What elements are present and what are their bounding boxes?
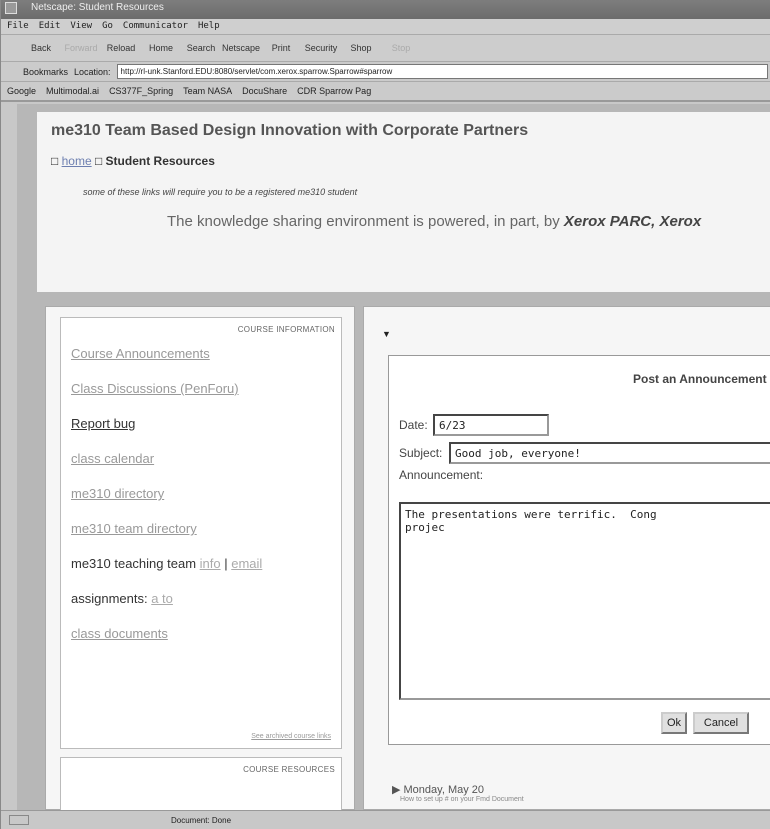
teaching-team-label: me310 teaching team: [71, 556, 197, 571]
course-info-box: COURSE INFORMATION Course Announcements …: [60, 317, 342, 749]
status-bar: Document: Done: [1, 810, 770, 829]
subject-field[interactable]: Good job, everyone!: [449, 442, 770, 464]
event-day: Monday, May 20: [403, 784, 485, 796]
collapse-arrow-icon[interactable]: ▼: [382, 329, 391, 339]
cancel-button[interactable]: Cancel: [693, 712, 749, 734]
netscape-button[interactable]: Netscape: [221, 43, 261, 53]
reload-button[interactable]: Reload: [101, 43, 141, 53]
personal-link[interactable]: Team NASA: [183, 86, 232, 96]
personal-link[interactable]: CDR Sparrow Pag: [297, 86, 371, 96]
navigation-toolbar: Back Forward Reload Home Search Netscape…: [1, 35, 770, 62]
page-title: me310 Team Based Design Innovation with …: [51, 122, 529, 139]
class-documents-link[interactable]: class documents: [71, 626, 331, 643]
page-header: me310 Team Based Design Innovation with …: [37, 112, 770, 292]
announcement-textarea[interactable]: The presentations were terrific. Cong pr…: [399, 502, 770, 700]
location-label: Location:: [74, 66, 111, 77]
menu-communicator[interactable]: Communicator: [123, 21, 188, 34]
assignments-row: assignments: a to: [71, 591, 331, 608]
menu-view[interactable]: View: [70, 21, 92, 34]
status-text: Document: Done: [171, 816, 232, 825]
url-field[interactable]: http://rl-unk.Stanford.EDU:8080/servlet/…: [116, 64, 768, 79]
personal-toolbar: Google Multimodal.ai CS377F_Spring Team …: [1, 82, 770, 102]
report-bug-link[interactable]: Report bug: [71, 416, 331, 433]
location-toolbar: Bookmarks Location: http://rl-unk.Stanfo…: [1, 62, 770, 82]
event-item[interactable]: ▶ Monday, May 20 How to set up # on your…: [392, 783, 524, 803]
search-button[interactable]: Search: [181, 43, 221, 53]
browser-window: Netscape: Student Resources File Edit Vi…: [0, 0, 770, 829]
menu-edit[interactable]: Edit: [39, 21, 61, 34]
breadcrumb: □ home □ Student Resources: [51, 154, 215, 168]
window-menu-icon[interactable]: [5, 2, 17, 14]
announcement-panel: ▼ Post an Announcement Date: 6/23 Subjec…: [363, 306, 770, 810]
team-info-link[interactable]: info: [200, 556, 221, 571]
section-heading: COURSE RESOURCES: [243, 765, 335, 774]
security-lock-icon[interactable]: [9, 815, 29, 825]
bookmarks-button[interactable]: Bookmarks: [23, 67, 68, 77]
shop-button[interactable]: Shop: [341, 43, 381, 53]
registration-note: some of these links will require you to …: [83, 187, 358, 197]
course-resources-box: COURSE RESOURCES: [60, 757, 342, 810]
archived-links[interactable]: See archived course links: [251, 733, 331, 740]
menu-file[interactable]: File: [7, 21, 29, 34]
personal-link[interactable]: DocuShare: [242, 86, 287, 96]
personal-link[interactable]: Multimodal.ai: [46, 86, 99, 96]
me310-directory-link[interactable]: me310 directory: [71, 486, 331, 503]
event-subtext: How to set up # on your Fmd Document: [400, 796, 524, 803]
powered-text: The knowledge sharing environment is pow…: [167, 213, 560, 230]
course-info-panel: COURSE INFORMATION Course Announcements …: [45, 306, 355, 810]
team-directory-link[interactable]: me310 team directory: [71, 521, 331, 538]
class-discussions-link[interactable]: Class Discussions (PenForu): [71, 381, 331, 398]
powered-sponsor: Xerox PARC, Xerox: [563, 213, 702, 230]
expand-arrow-icon[interactable]: ▶: [392, 784, 404, 796]
announcement-label: Announcement:: [399, 468, 484, 482]
menu-bar: File Edit View Go Communicator Help: [1, 19, 770, 35]
title-bar: Netscape: Student Resources: [1, 0, 770, 19]
back-button[interactable]: Back: [21, 43, 61, 53]
section-heading: COURSE INFORMATION: [237, 325, 335, 334]
page-content: me310 Team Based Design Innovation with …: [17, 104, 770, 810]
breadcrumb-separator: □: [91, 154, 106, 168]
date-label: Date:: [399, 418, 428, 432]
powered-by-text: The knowledge sharing environment is pow…: [167, 213, 701, 230]
print-button[interactable]: Print: [261, 43, 301, 53]
personal-link[interactable]: Google: [7, 86, 36, 96]
window-title: Netscape: Student Resources: [31, 2, 164, 13]
course-links: Course Announcements Class Discussions (…: [71, 346, 331, 661]
home-button[interactable]: Home: [141, 43, 181, 53]
post-announcement-form: Post an Announcement Date: 6/23 Subject:…: [388, 355, 770, 745]
teaching-team-row: me310 teaching team info | email: [71, 556, 263, 571]
personal-link[interactable]: CS377F_Spring: [109, 86, 173, 96]
menu-go[interactable]: Go: [102, 21, 113, 34]
ok-button[interactable]: Ok: [661, 712, 687, 734]
subject-label: Subject:: [399, 446, 443, 460]
date-field[interactable]: 6/23: [433, 414, 549, 436]
breadcrumb-bullet-icon: □: [51, 154, 62, 168]
breadcrumb-current: Student Resources: [105, 154, 215, 168]
security-button[interactable]: Security: [301, 43, 341, 53]
menu-help[interactable]: Help: [198, 21, 220, 34]
assignments-label: assignments:: [71, 591, 148, 606]
assignments-link[interactable]: a to: [151, 591, 173, 606]
home-link[interactable]: home: [62, 154, 92, 168]
team-email-link[interactable]: email: [231, 556, 262, 571]
class-calendar-link[interactable]: class calendar: [71, 451, 331, 468]
forward-button[interactable]: Forward: [61, 43, 101, 53]
stop-button[interactable]: Stop: [381, 43, 421, 53]
form-title: Post an Announcement: [633, 372, 767, 386]
course-announcements-link[interactable]: Course Announcements: [71, 346, 331, 363]
